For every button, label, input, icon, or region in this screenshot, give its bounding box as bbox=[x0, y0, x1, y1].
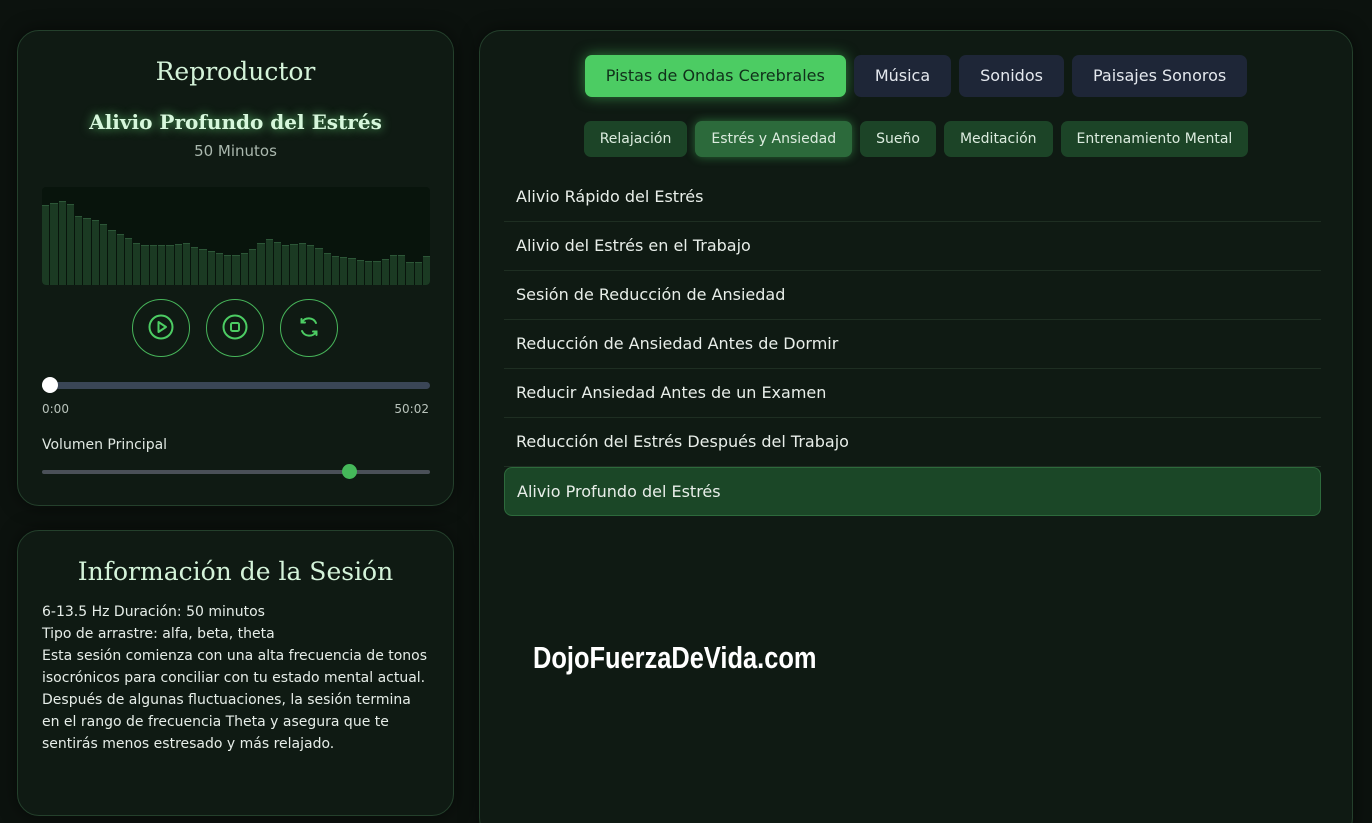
tab-sounds[interactable]: Sonidos bbox=[959, 55, 1064, 97]
visualizer-bar bbox=[83, 218, 91, 285]
category-tabs: Pistas de Ondas Cerebrales Música Sonido… bbox=[480, 55, 1352, 97]
subtab-stress-anxiety[interactable]: Estrés y Ansiedad bbox=[695, 121, 853, 157]
visualizer-bar bbox=[157, 244, 166, 285]
progress-thumb[interactable] bbox=[41, 377, 58, 393]
visualizer-bar bbox=[174, 243, 182, 285]
visualizer-bar bbox=[331, 255, 340, 285]
visualizer-bar bbox=[298, 242, 306, 285]
visualizer-bar bbox=[340, 256, 348, 285]
session-info-panel: Información de la Sesión 6-13.5 Hz Durac… bbox=[17, 530, 454, 816]
now-playing-title: Alivio Profundo del Estrés bbox=[89, 110, 382, 134]
track-list-item[interactable]: Alivio Profundo del Estrés bbox=[504, 467, 1321, 516]
visualizer-bar bbox=[108, 230, 116, 285]
visualizer-bar bbox=[141, 244, 149, 285]
play-button[interactable] bbox=[132, 299, 190, 357]
track-list-item[interactable]: Reducir Ansiedad Antes de un Examen bbox=[504, 369, 1321, 418]
visualizer-bar bbox=[381, 258, 389, 285]
player-title: Reproductor bbox=[155, 57, 316, 86]
session-frequency: 6-13.5 Hz Duración: 50 minutos bbox=[42, 604, 265, 620]
visualizer-bar bbox=[224, 254, 232, 285]
track-list-item[interactable]: Alivio del Estrés en el Trabajo bbox=[504, 222, 1321, 271]
visualizer-bar bbox=[91, 220, 99, 285]
subtab-relaxation[interactable]: Relajación bbox=[583, 121, 688, 157]
track-library-panel: Pistas de Ondas Cerebrales Música Sonido… bbox=[479, 30, 1353, 823]
loop-button[interactable] bbox=[280, 299, 338, 357]
visualizer-bar bbox=[133, 242, 141, 285]
visualizer-bar bbox=[207, 250, 215, 285]
visualizer-bar bbox=[240, 252, 249, 285]
visualizer-bar bbox=[265, 238, 273, 285]
visualizer-bar bbox=[282, 244, 290, 285]
visualizer-bar bbox=[215, 252, 224, 285]
visualizer-bar bbox=[373, 261, 381, 285]
playback-controls bbox=[132, 299, 338, 357]
now-playing-duration: 50 Minutos bbox=[194, 142, 277, 160]
time-current: 0:00 bbox=[42, 402, 69, 416]
track-list-item[interactable]: Reducción del Estrés Después del Trabajo bbox=[504, 418, 1321, 467]
visualizer-bar bbox=[348, 257, 356, 285]
visualizer-bar bbox=[58, 200, 66, 285]
visualizer-bar bbox=[257, 242, 265, 285]
progress-slider[interactable] bbox=[41, 377, 430, 393]
track-list-item[interactable]: Alivio Rápido del Estrés bbox=[504, 173, 1321, 222]
visualizer-bar bbox=[414, 262, 422, 285]
visualizer-bar bbox=[199, 248, 207, 285]
session-info-title: Información de la Sesión bbox=[77, 557, 394, 586]
visualizer-bar bbox=[307, 244, 315, 285]
visualizer-bar bbox=[323, 252, 331, 285]
tab-brainwave-tracks[interactable]: Pistas de Ondas Cerebrales bbox=[584, 55, 846, 97]
player-panel: Reproductor Alivio Profundo del Estrés 5… bbox=[17, 30, 454, 506]
stop-icon bbox=[221, 313, 249, 344]
visualizer-bar bbox=[42, 204, 50, 285]
audio-visualizer bbox=[42, 187, 430, 285]
visualizer-bar bbox=[75, 216, 83, 285]
time-total: 50:02 bbox=[394, 402, 429, 416]
subtab-meditation[interactable]: Meditación bbox=[943, 121, 1053, 157]
visualizer-bar bbox=[124, 237, 133, 285]
visualizer-bar bbox=[166, 244, 174, 285]
visualizer-bar bbox=[422, 255, 430, 285]
loop-icon bbox=[295, 313, 323, 344]
visualizer-bar bbox=[149, 244, 157, 285]
visualizer-bar bbox=[389, 254, 398, 285]
visualizer-bar bbox=[99, 224, 108, 285]
visualizer-bar bbox=[232, 254, 240, 285]
visualizer-bar bbox=[290, 243, 298, 285]
subtab-sleep[interactable]: Sueño bbox=[860, 121, 936, 157]
visualizer-bar bbox=[406, 262, 414, 285]
visualizer-bar bbox=[182, 242, 191, 285]
visualizer-bar bbox=[191, 246, 199, 285]
visualizer-bar bbox=[116, 234, 124, 285]
track-list: Alivio Rápido del Estrés Alivio del Estr… bbox=[504, 173, 1321, 516]
visualizer-bar bbox=[66, 203, 75, 285]
session-entrainment: Tipo de arrastre: alfa, beta, theta bbox=[42, 626, 275, 642]
watermark-text: DojoFuerzaDeVida.com bbox=[533, 640, 817, 675]
subtab-mental-training[interactable]: Entrenamiento Mental bbox=[1060, 121, 1249, 157]
visualizer-bar bbox=[364, 261, 373, 285]
track-list-item[interactable]: Sesión de Reducción de Ansiedad bbox=[504, 271, 1321, 320]
tab-soundscapes[interactable]: Paisajes Sonoros bbox=[1071, 55, 1248, 97]
session-description: Esta sesión comienza con una alta frecue… bbox=[42, 648, 428, 752]
visualizer-bar bbox=[273, 241, 282, 285]
visualizer-bar bbox=[50, 202, 58, 285]
visualizer-bar bbox=[398, 254, 406, 285]
play-icon bbox=[147, 313, 175, 344]
stop-button[interactable] bbox=[206, 299, 264, 357]
visualizer-bar bbox=[249, 248, 257, 285]
session-info-body: 6-13.5 Hz Duración: 50 minutos Tipo de a… bbox=[42, 601, 432, 755]
tab-music[interactable]: Música bbox=[853, 55, 952, 97]
volume-slider[interactable] bbox=[42, 464, 430, 479]
volume-label: Volumen Principal bbox=[42, 437, 168, 453]
visualizer-bar bbox=[315, 247, 323, 285]
visualizer-bar bbox=[356, 259, 364, 285]
subcategory-tabs: Relajación Estrés y Ansiedad Sueño Medit… bbox=[480, 121, 1352, 157]
track-list-item[interactable]: Reducción de Ansiedad Antes de Dormir bbox=[504, 320, 1321, 369]
volume-thumb[interactable] bbox=[341, 464, 357, 479]
